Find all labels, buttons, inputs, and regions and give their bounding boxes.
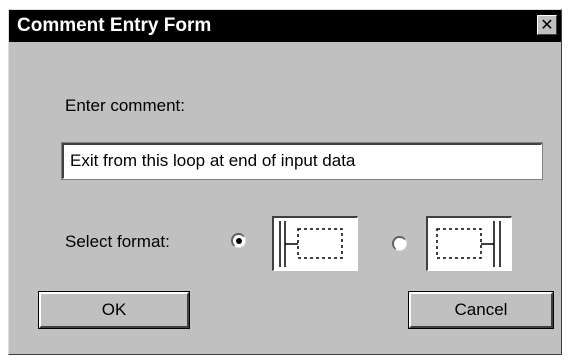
right-bracket-format-svg (436, 221, 501, 267)
left-bracket-format-svg (279, 221, 343, 267)
format-radio-left-bracket[interactable] (231, 233, 246, 248)
ok-button[interactable]: OK (38, 291, 190, 329)
format-label: Select format: (65, 232, 170, 251)
right-bracket-format-icon[interactable] (426, 216, 512, 271)
comment-label: Enter comment: (65, 96, 185, 115)
comment-input[interactable]: Exit from this loop at end of input data (61, 142, 543, 180)
format-radio-right-bracket[interactable] (392, 236, 407, 251)
window-title: Comment Entry Form (17, 15, 212, 36)
close-icon: ✕ (540, 15, 554, 34)
close-button[interactable]: ✕ (537, 15, 557, 35)
title-bar[interactable]: Comment Entry Form ✕ (9, 10, 561, 42)
comment-entry-dialog: Comment Entry Form ✕ Enter comment: Exit… (8, 9, 562, 355)
radio-selected-dot (236, 238, 242, 244)
cancel-button[interactable]: Cancel (408, 291, 554, 329)
left-bracket-format-icon[interactable] (272, 216, 358, 271)
